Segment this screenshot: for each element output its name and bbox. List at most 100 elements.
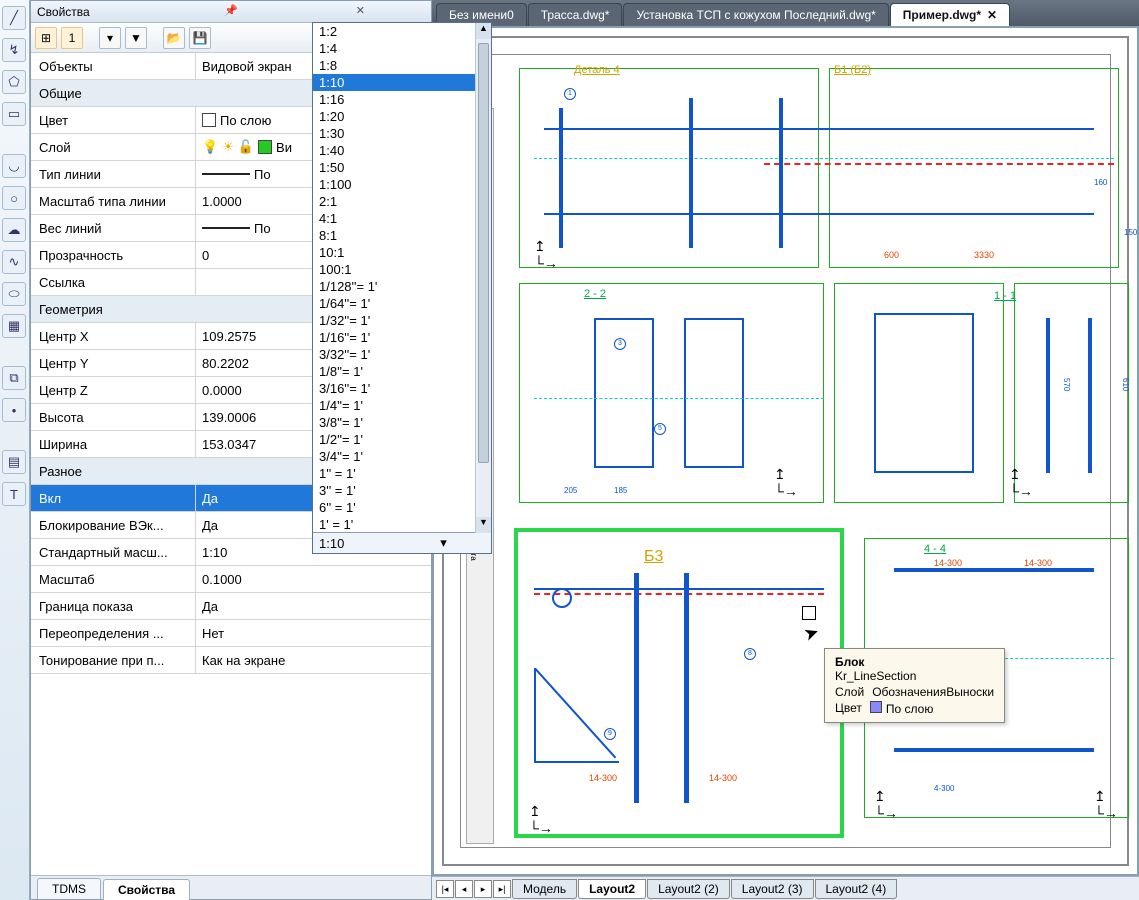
col-2 bbox=[689, 98, 693, 248]
doc-tab-3[interactable]: Пример.dwg*✕ bbox=[890, 3, 1010, 26]
scale-option[interactable]: 1' = 1' bbox=[313, 516, 491, 533]
dim-14300a: 14-300 bbox=[589, 773, 617, 783]
viewport-2[interactable] bbox=[829, 68, 1119, 268]
col-11a bbox=[1046, 318, 1050, 473]
scale-option[interactable]: 1/2''= 1' bbox=[313, 431, 491, 448]
toolbar-btn-1[interactable]: ⊞ bbox=[35, 27, 57, 49]
scale-option[interactable]: 3/16''= 1' bbox=[313, 380, 491, 397]
row-overrides[interactable]: Переопределения ...Нет bbox=[31, 620, 431, 647]
lineweight-sample-icon bbox=[202, 227, 250, 229]
toolbar-save-icon[interactable]: 💾 bbox=[189, 27, 211, 49]
scale-option[interactable]: 1/4''= 1' bbox=[313, 397, 491, 414]
row-shadeplot[interactable]: Тонирование при п...Как на экране bbox=[31, 647, 431, 674]
doc-tab-1[interactable]: Трасса.dwg* bbox=[528, 3, 623, 26]
row-displayclip[interactable]: Граница показаДа bbox=[31, 593, 431, 620]
tool-rect-icon[interactable]: ▭ bbox=[2, 102, 26, 126]
tool-arc-icon[interactable]: ◡ bbox=[2, 154, 26, 178]
ucs-icon: ↥└→ bbox=[874, 788, 898, 821]
tool-hatch-icon[interactable]: ▦ bbox=[2, 314, 26, 338]
scale-option[interactable]: 8:1 bbox=[313, 227, 491, 244]
chevron-down-icon[interactable]: ▾ bbox=[402, 535, 485, 551]
scale-option[interactable]: 1:40 bbox=[313, 142, 491, 159]
toolbar-funnel-icon[interactable]: ▼ bbox=[125, 27, 147, 49]
tool-revcloud-icon[interactable]: ☁ bbox=[2, 218, 26, 242]
linetype-sample-icon bbox=[202, 173, 250, 175]
tool-spline-icon[interactable]: ∿ bbox=[2, 250, 26, 274]
scale-option[interactable]: 3'' = 1' bbox=[313, 482, 491, 499]
tab-close-icon[interactable]: ✕ bbox=[987, 8, 997, 22]
nav-prev-icon[interactable]: ◂ bbox=[455, 880, 473, 898]
scale-option[interactable]: 1:4 bbox=[313, 40, 491, 57]
document-tabs: Без имени0 Трасса.dwg* Установка ТСП с к… bbox=[432, 0, 1139, 26]
scale-option[interactable]: 10:1 bbox=[313, 244, 491, 261]
tool-block-icon[interactable]: ⧉ bbox=[2, 366, 26, 390]
ucs-icon: ↥└→ bbox=[1094, 788, 1118, 821]
tool-line-icon[interactable]: ╱ bbox=[2, 6, 26, 30]
tool-polygon-icon[interactable]: ⬠ bbox=[2, 70, 26, 94]
scale-option[interactable]: 1/64''= 1' bbox=[313, 295, 491, 312]
scale-option[interactable]: 3/4''= 1' bbox=[313, 448, 491, 465]
tab-properties[interactable]: Свойства bbox=[103, 879, 190, 900]
pin-icon[interactable]: 📌 bbox=[166, 4, 295, 20]
toolbar-open-icon[interactable]: 📂 bbox=[163, 27, 185, 49]
callout: 1 bbox=[564, 88, 576, 100]
scale-option[interactable]: 1:8 bbox=[313, 57, 491, 74]
tooltip-block-label: Блок bbox=[835, 655, 994, 669]
viewport-1[interactable] bbox=[519, 68, 819, 268]
tooltip-layer-value: ОбозначенияВыноски bbox=[872, 685, 994, 699]
ucs-icon: ↥└→ bbox=[529, 803, 553, 836]
scale-option[interactable]: 3/32''= 1' bbox=[313, 346, 491, 363]
dropdown-scrollbar[interactable]: ▲ ▼ bbox=[475, 23, 491, 533]
tool-circle-icon[interactable]: ○ bbox=[2, 186, 26, 210]
scroll-thumb[interactable] bbox=[478, 43, 489, 463]
scale-option[interactable]: 1/32''= 1' bbox=[313, 312, 491, 329]
close-icon[interactable]: ✕ bbox=[296, 4, 425, 20]
objects-label: Объекты bbox=[31, 53, 196, 79]
scale-option[interactable]: 1:20 bbox=[313, 108, 491, 125]
toolbar-btn-2[interactable]: 1 bbox=[61, 27, 83, 49]
scroll-up-icon[interactable]: ▲ bbox=[476, 23, 491, 39]
tool-ellipse-icon[interactable]: ⬭ bbox=[2, 282, 26, 306]
panel-titlebar[interactable]: Свойства 📌 ✕ bbox=[31, 1, 431, 23]
scale-option[interactable]: 1:100 bbox=[313, 176, 491, 193]
scale-option[interactable]: 1:2 bbox=[313, 23, 491, 40]
toolbar-filter-icon[interactable]: ▾ bbox=[99, 27, 121, 49]
scale-option[interactable]: 100:1 bbox=[313, 261, 491, 278]
layout-tab-1[interactable]: Layout2 bbox=[578, 879, 646, 899]
scale-option[interactable]: 6'' = 1' bbox=[313, 499, 491, 516]
layout-tab-4[interactable]: Layout2 (4) bbox=[815, 879, 898, 899]
scale-option[interactable]: 1/8''= 1' bbox=[313, 363, 491, 380]
dim-150: 150 bbox=[1124, 228, 1137, 237]
scale-option[interactable]: 1'' = 1' bbox=[313, 465, 491, 482]
nav-next-icon[interactable]: ▸ bbox=[474, 880, 492, 898]
scale-option[interactable]: 1/128''= 1' bbox=[313, 278, 491, 295]
layout-tab-2[interactable]: Layout2 (2) bbox=[647, 879, 730, 899]
scale-current-field[interactable]: 1:10 ▾ bbox=[313, 533, 491, 553]
pickbox-icon bbox=[802, 606, 816, 620]
drawing-canvas[interactable]: Согласовано | Взам. инв. № | Подпись и д… bbox=[432, 26, 1139, 876]
b3-triangle bbox=[534, 668, 619, 763]
scale-dropdown[interactable]: 1:21:41:81:101:161:201:301:401:501:1002:… bbox=[312, 22, 492, 554]
scale-option[interactable]: 3/8''= 1' bbox=[313, 414, 491, 431]
tool-point-icon[interactable]: • bbox=[2, 398, 26, 422]
scale-option[interactable]: 1:16 bbox=[313, 91, 491, 108]
tab-tdms[interactable]: TDMS bbox=[37, 878, 101, 899]
scale-option[interactable]: 1:30 bbox=[313, 125, 491, 142]
layout-tab-3[interactable]: Layout2 (3) bbox=[731, 879, 814, 899]
callout: 9 bbox=[604, 728, 616, 740]
title-11: 1 - 1 bbox=[994, 290, 1016, 302]
tool-table-icon[interactable]: ▤ bbox=[2, 450, 26, 474]
tool-text-icon[interactable]: T bbox=[2, 482, 26, 506]
nav-first-icon[interactable]: |◂ bbox=[436, 880, 454, 898]
scroll-down-icon[interactable]: ▼ bbox=[476, 517, 491, 533]
nav-last-icon[interactable]: ▸| bbox=[493, 880, 511, 898]
layout-tab-model[interactable]: Модель bbox=[512, 879, 577, 899]
tool-polyline-icon[interactable]: ↯ bbox=[2, 38, 26, 62]
row-customscale[interactable]: Масштаб0.1000 bbox=[31, 566, 431, 593]
doc-tab-2[interactable]: Установка ТСП с кожухом Последний.dwg* bbox=[623, 3, 888, 26]
scale-option[interactable]: 2:1 bbox=[313, 193, 491, 210]
scale-option[interactable]: 1:10 bbox=[313, 74, 491, 91]
scale-option[interactable]: 1/16''= 1' bbox=[313, 329, 491, 346]
scale-option[interactable]: 4:1 bbox=[313, 210, 491, 227]
scale-option[interactable]: 1:50 bbox=[313, 159, 491, 176]
